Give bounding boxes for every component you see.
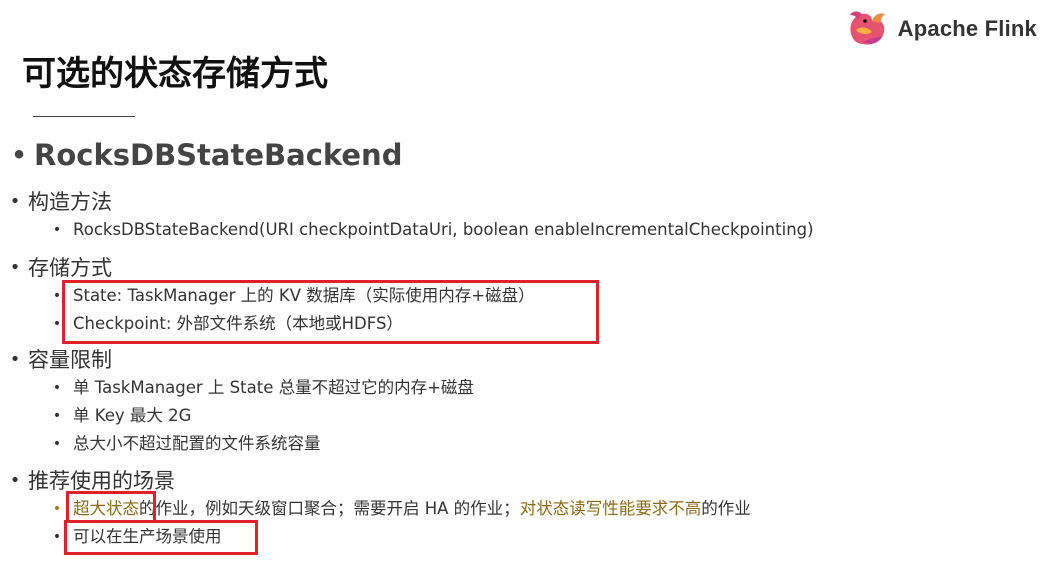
brand: Apache Flink xyxy=(844,6,1037,52)
main-heading: • RocksDBStateBackend xyxy=(8,137,402,173)
list-item-text: 的作业 xyxy=(701,499,751,518)
bullet-icon: • xyxy=(52,380,62,396)
bullet-icon: • xyxy=(52,501,62,517)
list-item-text: 总大小不超过配置的文件系统容量 xyxy=(73,434,321,453)
list-item: • RocksDBStateBackend(URI checkpointData… xyxy=(50,219,814,241)
emphasis-text: 对状态读写性能要求不高 xyxy=(519,499,702,518)
bullet-icon: • xyxy=(52,222,62,238)
list-item-text: 单 TaskManager 上 State 总量不超过它的内存+磁盘 xyxy=(73,378,474,397)
bullet-icon: • xyxy=(9,349,21,370)
list-item-text: 的作业，例如天级窗口聚合；需要开启 HA 的作业； xyxy=(139,499,520,518)
bullet-icon: • xyxy=(52,408,62,424)
highlight-box xyxy=(62,280,599,344)
list-item: • 总大小不超过配置的文件系统容量 xyxy=(50,433,321,455)
bullet-icon: • xyxy=(9,257,21,278)
squirrel-logo-icon xyxy=(849,11,885,45)
section-storage: • 存储方式 xyxy=(8,255,112,281)
page-title: 可选的状态存储方式 xyxy=(22,54,328,94)
list-item: • 单 Key 最大 2G xyxy=(50,405,192,427)
section-label: 构造方法 xyxy=(28,190,112,214)
title-underline xyxy=(33,116,135,117)
highlight-box xyxy=(66,491,156,523)
list-item-text: RocksDBStateBackend(URI checkpointDataUr… xyxy=(73,220,814,239)
brand-name: Apache Flink xyxy=(897,16,1037,41)
main-heading-label: RocksDBStateBackend xyxy=(34,138,403,172)
section-label: 容量限制 xyxy=(28,348,112,372)
bullet-icon: • xyxy=(9,470,21,491)
list-item: • 单 TaskManager 上 State 总量不超过它的内存+磁盘 xyxy=(50,377,474,399)
bullet-icon: • xyxy=(9,191,21,212)
bullet-icon: • xyxy=(52,529,62,545)
section-capacity: • 容量限制 xyxy=(8,347,112,373)
bullet-icon: • xyxy=(52,436,62,452)
section-construct: • 构造方法 xyxy=(8,189,112,215)
list-item-text: 单 Key 最大 2G xyxy=(73,406,192,425)
section-label: 存储方式 xyxy=(28,256,112,280)
bullet-icon: • xyxy=(11,141,27,169)
highlight-box xyxy=(64,520,258,555)
